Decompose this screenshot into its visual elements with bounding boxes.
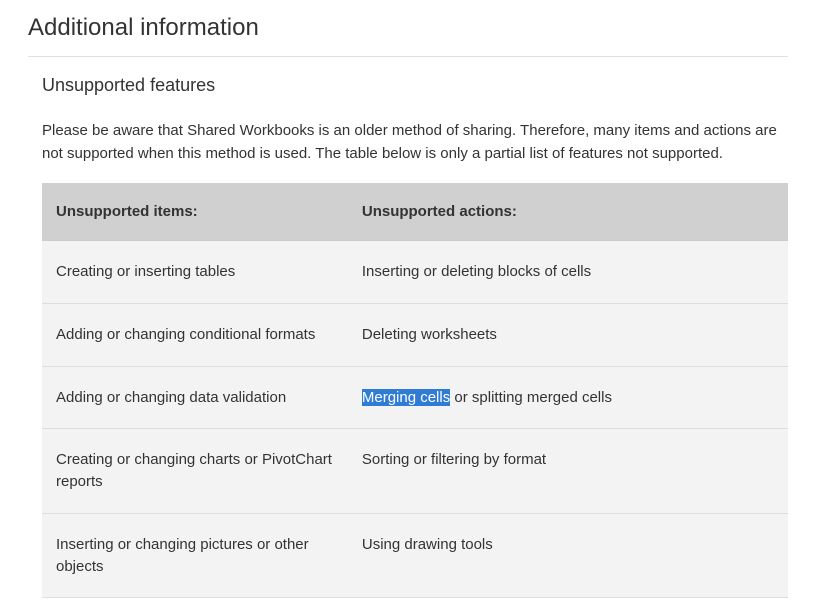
table-row: Creating or changing charts or PivotChar… <box>42 429 788 514</box>
cell-action: Merging cells or splitting merged cells <box>348 366 788 429</box>
unsupported-table: Unsupported items: Unsupported actions: … <box>42 183 788 598</box>
table-row: Adding or changing conditional formats D… <box>42 303 788 366</box>
table-row: Creating or inserting tables Inserting o… <box>42 241 788 304</box>
table-row: Adding or changing data validation Mergi… <box>42 366 788 429</box>
cell-action: Inserting or deleting blocks of cells <box>348 241 788 304</box>
sub-heading: Unsupported features <box>28 75 788 120</box>
highlighted-text: Merging cells <box>362 389 450 406</box>
cell-action: Sorting or filtering by format <box>348 429 788 514</box>
table-row: Inserting or changing pictures or other … <box>42 513 788 598</box>
header-items: Unsupported items: <box>42 183 348 241</box>
table-header-row: Unsupported items: Unsupported actions: <box>42 183 788 241</box>
cell-action: Deleting worksheets <box>348 303 788 366</box>
cell-item: Creating or changing charts or PivotChar… <box>42 429 348 514</box>
header-actions: Unsupported actions: <box>348 183 788 241</box>
cell-item: Creating or inserting tables <box>42 241 348 304</box>
main-heading: Additional information <box>28 8 788 56</box>
cell-item: Adding or changing data validation <box>42 366 348 429</box>
intro-text: Please be aware that Shared Workbooks is… <box>28 120 788 183</box>
cell-item: Inserting or changing pictures or other … <box>42 513 348 598</box>
cell-action-rest: or splitting merged cells <box>450 389 612 406</box>
cell-action: Using drawing tools <box>348 513 788 598</box>
content-container: Additional information Unsupported featu… <box>0 0 816 598</box>
cell-item: Adding or changing conditional formats <box>42 303 348 366</box>
divider <box>28 56 788 57</box>
table-wrapper: Unsupported items: Unsupported actions: … <box>42 183 788 598</box>
